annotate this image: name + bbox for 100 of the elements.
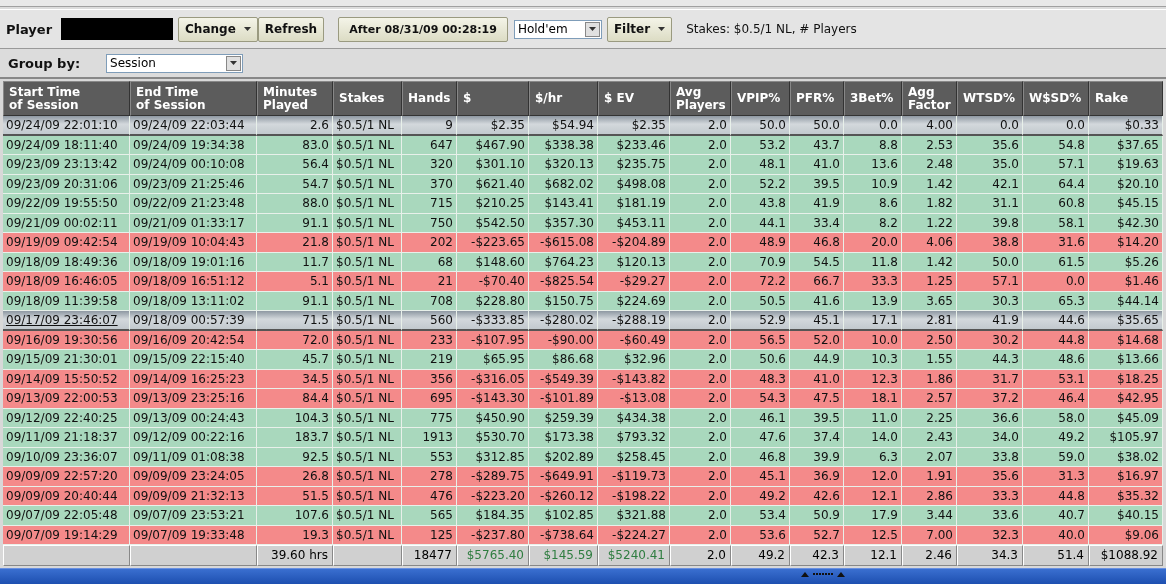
date-filter-button[interactable]: After 08/31/09 00:28:19 <box>338 16 508 42</box>
table-cell: 09/23/09 20:31:06 <box>3 174 130 194</box>
splitter-grip-icon[interactable] <box>800 570 846 578</box>
table-cell: 65.3 <box>1023 291 1089 311</box>
table-cell: 54.5 <box>790 252 844 272</box>
table-cell: 560 <box>402 311 457 331</box>
column-header[interactable]: $ EV <box>598 81 670 116</box>
total-cell: 34.3 <box>957 545 1023 566</box>
table-cell: $0.5/1 NL <box>333 486 402 506</box>
table-cell: $5.26 <box>1089 252 1163 272</box>
table-cell: 41.0 <box>790 155 844 175</box>
table-cell: -$738.64 <box>529 525 598 545</box>
table-cell: 09/13/09 23:25:16 <box>130 389 257 409</box>
column-header[interactable]: End Time of Session <box>130 81 257 116</box>
table-cell: $14.68 <box>1089 330 1163 350</box>
column-header[interactable]: WTSD% <box>957 81 1023 116</box>
table-cell: 09/18/09 19:01:16 <box>130 252 257 272</box>
table-cell: 31.7 <box>957 369 1023 389</box>
player-label: Player <box>6 21 53 37</box>
table-cell: 1.25 <box>902 272 957 292</box>
total-cell: 2.0 <box>670 545 731 566</box>
table-cell: -$198.22 <box>598 486 670 506</box>
table-cell: 34.5 <box>257 369 333 389</box>
table-cell: 09/11/09 01:08:38 <box>130 447 257 467</box>
table-cell: $0.5/1 NL <box>333 272 402 292</box>
table-cell: $45.15 <box>1089 194 1163 214</box>
table-cell: -$13.08 <box>598 389 670 409</box>
table-cell: 33.8 <box>957 447 1023 467</box>
table-cell: $148.60 <box>457 252 529 272</box>
table-cell: 2.07 <box>902 447 957 467</box>
column-header[interactable]: W$SD% <box>1023 81 1089 116</box>
table-cell: 54.7 <box>257 174 333 194</box>
column-header[interactable]: Stakes <box>333 81 402 116</box>
table-cell: 09/18/09 13:11:02 <box>130 291 257 311</box>
table-cell: 52.2 <box>731 174 790 194</box>
column-header[interactable]: Agg Factor <box>902 81 957 116</box>
table-cell: 44.6 <box>1023 311 1089 331</box>
table-cell: 09/14/09 16:25:23 <box>130 369 257 389</box>
button[interactable]: Refresh <box>257 16 325 42</box>
menu-button[interactable]: Filter <box>606 16 673 42</box>
table-cell: $35.65 <box>1089 311 1163 331</box>
total-cell: 42.3 <box>790 545 844 566</box>
table-cell: 09/19/09 10:04:43 <box>130 233 257 253</box>
table-cell: 11.7 <box>257 252 333 272</box>
column-header[interactable]: Avg Players <box>670 81 731 116</box>
table-cell: $37.65 <box>1089 135 1163 155</box>
game-dropdown[interactable]: Hold'em <box>513 19 602 39</box>
table-cell: $0.5/1 NL <box>333 252 402 272</box>
table-cell: $44.14 <box>1089 291 1163 311</box>
column-header[interactable]: Rake <box>1089 81 1163 116</box>
table-cell: -$825.54 <box>529 272 598 292</box>
table-cell: 09/18/09 11:39:58 <box>3 291 130 311</box>
table-cell: $338.38 <box>529 135 598 155</box>
table-cell: $0.5/1 NL <box>333 194 402 214</box>
column-header[interactable]: VPIP% <box>731 81 790 116</box>
table-cell: 09/24/09 00:10:08 <box>130 155 257 175</box>
column-header[interactable]: Hands <box>402 81 457 116</box>
table-cell: 41.6 <box>790 291 844 311</box>
table-cell: 57.1 <box>1023 155 1089 175</box>
menu-button[interactable]: Change <box>178 16 258 42</box>
total-cell: 39.60 hrs <box>257 545 333 566</box>
table-cell: 44.8 <box>1023 330 1089 350</box>
column-header[interactable]: Start Time of Session <box>3 81 130 116</box>
column-header[interactable]: $ <box>457 81 529 116</box>
table-cell: 52.9 <box>731 311 790 331</box>
table-cell: 1.91 <box>902 467 957 487</box>
table-cell: 33.6 <box>957 506 1023 526</box>
table-cell: 91.1 <box>257 213 333 233</box>
column-header[interactable]: PFR% <box>790 81 844 116</box>
table-cell: $18.25 <box>1089 369 1163 389</box>
player-field[interactable] <box>61 18 174 40</box>
table-cell: $258.45 <box>598 447 670 467</box>
table-cell: $530.70 <box>457 428 529 448</box>
table-cell: $120.13 <box>598 252 670 272</box>
table-cell: 68 <box>402 252 457 272</box>
table-cell: 2.0 <box>670 155 731 175</box>
table-cell: 59.0 <box>1023 447 1089 467</box>
table-cell: $13.66 <box>1089 350 1163 370</box>
column-header[interactable]: Minutes Played <box>257 81 333 116</box>
total-cell: 51.4 <box>1023 545 1089 566</box>
table-cell: 54.3 <box>731 389 790 409</box>
table-cell: 35.6 <box>957 467 1023 487</box>
table-cell: $0.5/1 NL <box>333 233 402 253</box>
table-cell: 64.4 <box>1023 174 1089 194</box>
table-cell: -$70.40 <box>457 272 529 292</box>
table-cell: $450.90 <box>457 408 529 428</box>
table-cell: 2.0 <box>670 486 731 506</box>
table-cell: 12.5 <box>844 525 902 545</box>
table-cell: 233 <box>402 330 457 350</box>
column-header[interactable]: 3Bet% <box>844 81 902 116</box>
table-cell: 39.9 <box>790 447 844 467</box>
table-cell: 2.0 <box>670 174 731 194</box>
table-cell: 48.3 <box>731 369 790 389</box>
table-cell: 2.43 <box>902 428 957 448</box>
group-by-dropdown[interactable]: Session <box>106 53 244 73</box>
column-header[interactable]: $/hr <box>529 81 598 116</box>
table-cell: -$143.30 <box>457 389 529 409</box>
table-cell: -$333.85 <box>457 311 529 331</box>
table-cell: -$280.02 <box>529 311 598 331</box>
table-cell: 1.42 <box>902 174 957 194</box>
